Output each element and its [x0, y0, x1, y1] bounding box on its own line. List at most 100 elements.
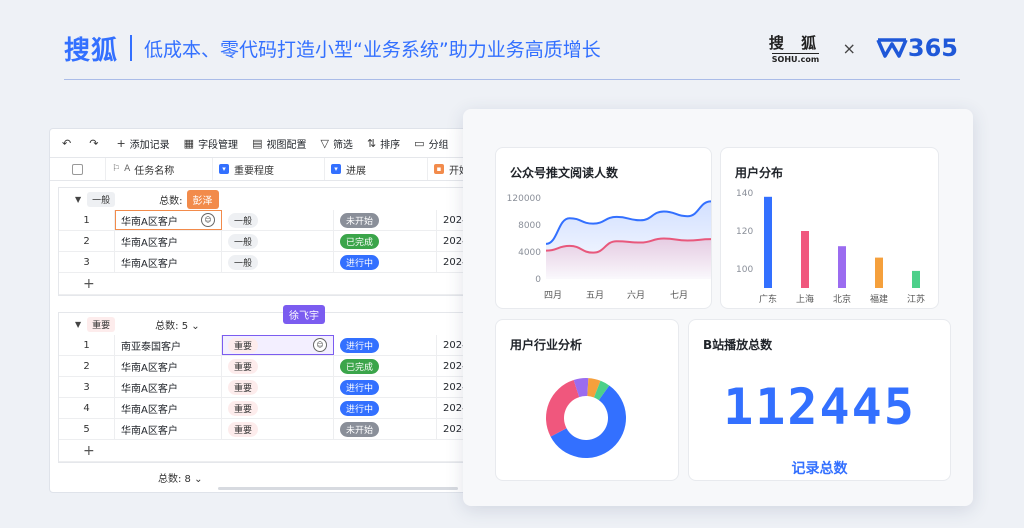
toolbar-item[interactable]: ↶ [62, 137, 75, 150]
toolbar-item[interactable]: + 添加记录 [116, 136, 169, 151]
progress-cell-text: 已完成 [340, 358, 380, 374]
bar-上海 [801, 231, 809, 288]
col-task-header[interactable]: ⚐ A 任务名称 [106, 158, 213, 180]
y-tick-label: 100 [736, 265, 753, 275]
group-count[interactable]: 总数: 5 ⌄ [155, 317, 199, 332]
add-row-button[interactable]: + [59, 440, 479, 462]
reads-line-card: 公众号推文阅读人数 0 4000 8000 120000 四月 五月 六月 七月 [495, 147, 712, 309]
table-row[interactable]: 1 华南A区客户 ☺ 一般 未开始 2024/2 [59, 210, 479, 231]
toolbar-icon: ↷ [89, 136, 99, 150]
select-all-cell[interactable] [50, 158, 106, 180]
x-tick-label: 五月 [586, 290, 604, 301]
date-field-icon: ▪ [434, 164, 444, 174]
collapse-triangle-icon[interactable]: ▼ [75, 320, 81, 329]
priority-cell[interactable]: 重要 [222, 377, 334, 397]
users-bar-chart: 100 120 140 广东 上海 北京 福建 江苏 [736, 189, 925, 305]
task-cell-text: 华南A区客户 [121, 404, 178, 416]
progress-cell[interactable]: 已完成 [334, 356, 437, 376]
priority-cell-text: 重要 [228, 421, 259, 437]
task-cell[interactable]: 华南A区客户 [115, 231, 222, 251]
task-cell[interactable]: 华南A区客户 [115, 419, 222, 439]
toolbar-item[interactable]: ▭ 分组 [414, 136, 448, 151]
horizontal-scrollbar[interactable] [218, 487, 458, 490]
sohu-logo-cn: 搜 狐 [768, 34, 823, 52]
toolbar-item[interactable]: ▤ 视图配置 [252, 136, 306, 151]
task-cell[interactable]: 华南A区客户 [115, 252, 222, 272]
priority-cell[interactable]: 重要 [222, 398, 334, 418]
progress-cell[interactable]: 未开始 [334, 210, 437, 230]
row-number-text: 1 [83, 339, 90, 351]
bar-广东 [764, 196, 772, 288]
table-row[interactable]: 5 华南A区客户 重要 未开始 2024/4 [59, 419, 479, 440]
progress-cell[interactable]: 进行中 [334, 252, 437, 272]
group-count: 总数: [159, 195, 183, 207]
toolbar-item[interactable]: ⇅ 排序 [367, 136, 400, 151]
row-number[interactable]: 2 [59, 231, 115, 251]
row-number[interactable]: 4 [59, 398, 115, 418]
group-tag: 重要 [87, 316, 116, 332]
group-header-important[interactable]: ▼ 重要 总数: 5 ⌄ [59, 313, 479, 335]
row-number[interactable]: 3 [59, 252, 115, 272]
table-window: ↶↷+添加记录▦字段管理▤视图配置▽筛选⇅排序▭分组Ⅱ行 ⚐ A 任务名称 ▾ … [49, 128, 489, 493]
total-count[interactable]: 总数: 8 ⌄ [158, 470, 488, 485]
card-title: B站播放总数 [703, 338, 773, 352]
bar-北京 [838, 246, 846, 288]
row-number[interactable]: 1 [59, 335, 115, 355]
bili-total-caption: 记录总数 [791, 461, 848, 477]
select-all-checkbox[interactable] [72, 163, 83, 175]
toolbar-icon: ↶ [62, 136, 72, 150]
progress-cell[interactable]: 进行中 [334, 335, 437, 355]
select-field-icon: ▾ [219, 164, 229, 174]
priority-cell[interactable]: 重要 ☺ [222, 335, 334, 355]
task-cell[interactable]: 华南A区客户 [115, 398, 222, 418]
priority-cell[interactable]: 重要 [222, 419, 334, 439]
toolbar-item[interactable]: ▦ 字段管理 [184, 136, 238, 151]
table-row[interactable]: 2 华南A区客户 重要 已完成 2024/3 [59, 356, 479, 377]
bili-total-card: B站播放总数 112445 记录总数 [688, 319, 951, 481]
priority-cell[interactable]: 一般 [222, 231, 334, 251]
col-progress-header[interactable]: ▾ 进展 [325, 158, 428, 180]
row-number-text: 5 [83, 423, 90, 435]
brand-title: 搜狐 [64, 35, 119, 66]
task-cell[interactable]: 华南A区客户 ☺ [115, 210, 222, 230]
priority-cell[interactable]: 一般 [222, 252, 334, 272]
table-toolbar: ↶↷+添加记录▦字段管理▤视图配置▽筛选⇅排序▭分组Ⅱ行 [50, 129, 488, 157]
task-cell[interactable]: 南亚泰国客户 [115, 335, 222, 355]
priority-cell-text: 一般 [228, 233, 259, 249]
donut-slice [546, 379, 580, 437]
row-number-text: 4 [83, 402, 90, 414]
progress-cell[interactable]: 进行中 [334, 398, 437, 418]
table-row[interactable]: 3 华南A区客户 重要 进行中 2024/3 [59, 377, 479, 398]
priority-cell[interactable]: 一般 [222, 210, 334, 230]
group-header-normal[interactable]: ▼ 一般 总数: 彭泽 [59, 188, 479, 210]
table-row[interactable]: 1 南亚泰国客户 重要 ☺ 进行中 2024/3 [59, 335, 479, 356]
table-row[interactable]: 2 华南A区客户 一般 已完成 2024/3 [59, 231, 479, 252]
progress-cell[interactable]: 已完成 [334, 231, 437, 251]
priority-cell[interactable]: 重要 [222, 356, 334, 376]
row-number[interactable]: 1 [59, 210, 115, 230]
priority-cell-text: 重要 [228, 358, 259, 374]
task-cell[interactable]: 华南A区客户 [115, 356, 222, 376]
task-cell[interactable]: 华南A区客户 [115, 377, 222, 397]
y-tick-label: 120000 [507, 194, 542, 204]
x-tick-label: 七月 [670, 290, 688, 301]
group-tag: 一般 [87, 191, 116, 207]
add-row-button[interactable]: + [59, 273, 479, 295]
table-row[interactable]: 4 华南A区客户 重要 进行中 2024/3 [59, 398, 479, 419]
progress-cell[interactable]: 未开始 [334, 419, 437, 439]
x-tick-label: 广东 [759, 293, 777, 305]
row-number[interactable]: 5 [59, 419, 115, 439]
toolbar-item[interactable]: ↷ [89, 137, 102, 150]
progress-cell[interactable]: 进行中 [334, 377, 437, 397]
row-number[interactable]: 2 [59, 356, 115, 376]
toolbar-item[interactable]: ▽ 筛选 [320, 136, 352, 151]
toolbar-icon: ▭ [414, 136, 425, 150]
row-number-text: 2 [83, 360, 90, 372]
toolbar-label: 添加记录 [129, 139, 170, 151]
col-priority-header[interactable]: ▾ 重要程度 [213, 158, 325, 180]
x-tick-label: 江苏 [907, 293, 925, 305]
collapse-triangle-icon[interactable]: ▼ [75, 195, 81, 204]
table-row[interactable]: 3 华南A区客户 一般 进行中 2024/3 [59, 252, 479, 273]
row-number[interactable]: 3 [59, 377, 115, 397]
y-tick-label: 8000 [518, 221, 541, 231]
